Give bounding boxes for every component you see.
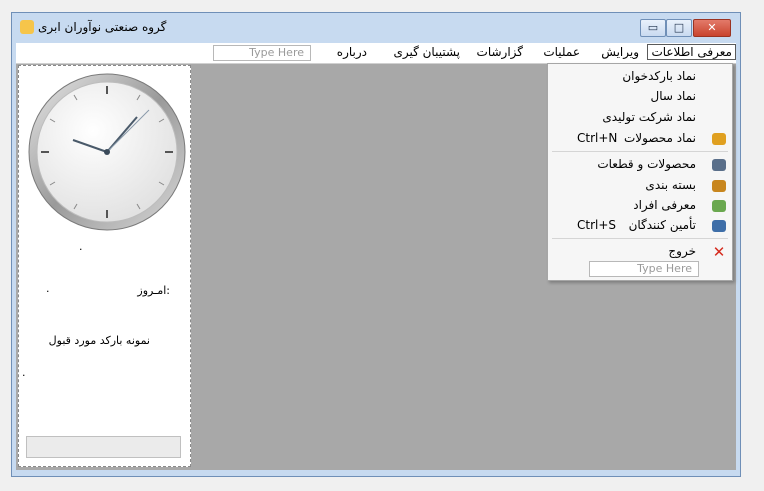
maximize-icon: □ [673,21,685,34]
placeholder-dot: . [79,240,83,253]
minimize-button[interactable]: ▭ [640,19,666,37]
menu-item-products-symbol[interactable]: نماد محصولات Ctrl+N [548,128,732,150]
today-value: . [46,282,50,295]
exit-icon: ✕ [712,243,726,261]
menu-item-label: خروج [668,244,696,258]
today-label: امـروز: [137,284,170,297]
menu-item-label: محصولات و قطعات [597,157,696,171]
menu-item-exit[interactable]: خروج ✕ [548,241,732,263]
menu-item-packaging[interactable]: بسته بندی [548,175,732,197]
menu-about[interactable]: درباره [337,45,367,59]
menu-item-barcode-reader[interactable]: نماد بارکدخوان [548,66,732,88]
truck-icon [712,133,726,145]
menu-item-year[interactable]: نماد سال [548,86,732,108]
maximize-button[interactable]: □ [666,19,692,37]
analog-clock [28,73,186,231]
minimize-icon: ▭ [647,21,659,34]
menu-item-label: نماد محصولات [623,131,696,145]
menu-separator [552,238,728,239]
menu-backup[interactable]: پشتیبان گیری [393,45,460,59]
app-icon [20,20,34,34]
barcode-caption: نمونه بارکد مورد قبول [48,334,150,347]
menu-operations[interactable]: عملیات [543,45,580,59]
menu-item-label: نماد شرکت تولیدی [602,110,696,124]
shortcut-label: Ctrl+N [577,131,618,145]
box-icon [712,180,726,192]
left-panel: . امـروز: . نمونه بارکد مورد قبول . [18,65,191,467]
info-dropdown-menu: نماد بارکدخوان نماد سال نماد شرکت تولیدی… [547,63,733,281]
menu-item-people[interactable]: معرفی افراد [548,195,732,217]
menu-item-suppliers[interactable]: تأمین کنندگان Ctrl+S [548,215,732,237]
supplier-car-icon [712,220,726,232]
menu-item-products-parts[interactable]: محصولات و قطعات [548,154,732,176]
menu-bar: معرفی اطلاعات ویرایش عملیات گزارشات پشتی… [16,43,736,64]
people-icon [712,200,726,212]
menu-info[interactable]: معرفی اطلاعات [647,44,736,60]
window-title: گروه صنعتی نوآوران ابری [38,20,167,34]
barcode-value: . [22,366,26,379]
close-button[interactable]: ✕ [693,19,731,37]
dropdown-search-input[interactable]: Type Here [589,261,699,277]
car-icon [712,159,726,171]
shortcut-label: Ctrl+S [577,218,617,232]
status-box [26,436,181,458]
title-bar[interactable]: گروه صنعتی نوآوران ابری ▭ □ ✕ [12,13,740,43]
menu-search-input[interactable]: Type Here [213,45,311,61]
menu-item-label: نماد سال [650,89,696,103]
menu-item-manufacturer[interactable]: نماد شرکت تولیدی [548,107,732,129]
close-icon: ✕ [707,21,717,34]
menu-item-label: نماد بارکدخوان [622,69,696,83]
menu-edit[interactable]: ویرایش [601,45,639,59]
menu-separator [552,151,728,152]
menu-reports[interactable]: گزارشات [477,45,523,59]
menu-item-label: بسته بندی [645,178,696,192]
menu-item-label: معرفی افراد [633,198,696,212]
menu-item-label: تأمین کنندگان [628,218,696,232]
